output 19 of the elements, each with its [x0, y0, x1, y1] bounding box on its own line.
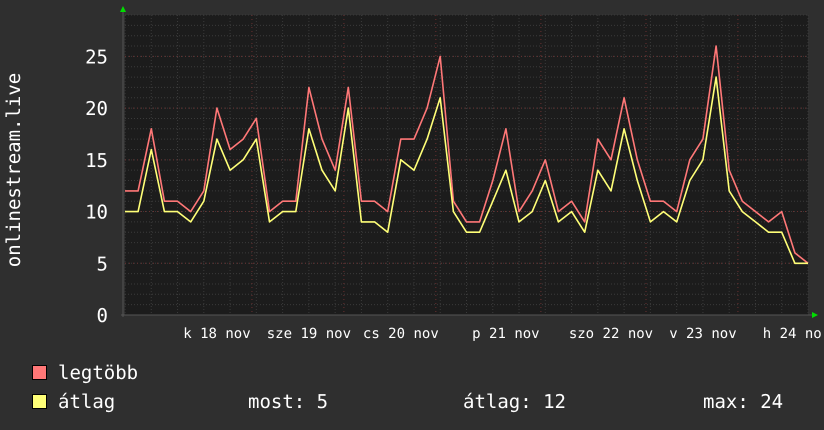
legend-label: legtöbb: [58, 362, 140, 384]
x-tick-label: szo 22 nov: [568, 326, 654, 342]
y-tick-label: 5: [96, 253, 108, 276]
y-tick-label: 25: [85, 46, 108, 68]
stat-value: most: 5: [248, 390, 330, 412]
y-tick-label: 10: [85, 202, 108, 224]
stat-value: max: 24: [703, 390, 784, 412]
x-tick-label: sze 19 nov: [266, 326, 352, 342]
legend-label: átlag: [58, 390, 116, 412]
y-tick-label: 20: [85, 98, 108, 120]
y-axis-title: onlinestream.live: [3, 72, 25, 268]
y-tick-label: 15: [85, 150, 108, 172]
x-tick-label: h 24 no: [762, 326, 822, 342]
stat-value: átlag: 12: [463, 390, 567, 412]
x-tick-label: p 21 nov: [472, 326, 540, 342]
x-tick-label: k 18 nov: [183, 326, 251, 342]
y-tick-label: 0: [96, 305, 108, 327]
x-tick-label: cs 20 nov: [362, 326, 439, 342]
x-tick-label: v 23 nov: [669, 326, 737, 342]
